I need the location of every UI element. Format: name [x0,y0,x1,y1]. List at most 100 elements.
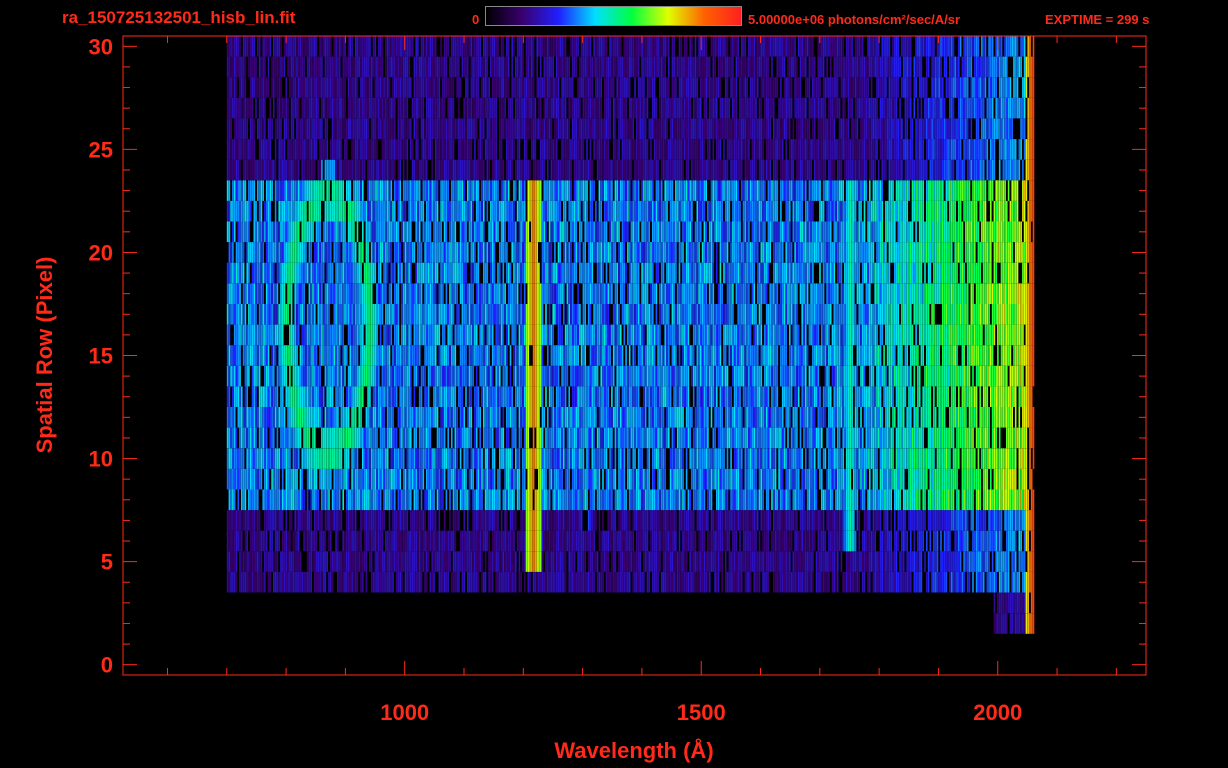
heatmap-cell [246,386,248,407]
heatmap-cell [869,530,871,552]
heatmap-cell [867,407,869,428]
heatmap-cell [970,407,973,428]
heatmap-cell [789,510,791,531]
heatmap-cell [372,427,375,449]
heatmap-cell [465,551,467,572]
heatmap-cell [767,468,770,490]
heatmap-cell [454,345,457,366]
heatmap-cell [306,386,309,407]
heatmap-cell [874,345,876,366]
heatmap-cell [269,407,272,428]
heatmap-cell [561,510,563,531]
heatmap-cell [774,551,777,572]
heatmap-cell [484,489,487,511]
heatmap-cell [863,489,866,511]
heatmap-cell [776,510,779,531]
heatmap-cell [936,365,939,387]
heatmap-cell [314,448,316,469]
heatmap-cell [749,345,752,366]
heatmap-cell [347,571,350,593]
heatmap-cell [1006,386,1008,407]
heatmap-cell [733,386,736,407]
heatmap-cell [780,407,782,428]
heatmap-cell [1016,365,1019,387]
heatmap-cell [1027,551,1029,572]
heatmap-cell [449,468,451,490]
heatmap-cell [710,489,713,511]
heatmap-cell [885,427,887,449]
heatmap-cell [803,510,805,531]
heatmap-cell [459,386,462,407]
heatmap-cell [488,489,490,511]
heatmap-cell [659,407,661,428]
heatmap-cell [1011,530,1013,552]
heatmap-cell [785,448,787,469]
heatmap-cell [867,427,869,449]
heatmap-cell [639,468,642,490]
heatmap-cell [632,407,634,428]
heatmap-cell [767,448,770,469]
heatmap-cell [543,324,546,346]
heatmap-cell [876,427,878,449]
heatmap-cell [902,530,905,552]
heatmap-cell [379,427,382,449]
heatmap-cell [532,407,535,428]
heatmap-cell [853,551,855,572]
heatmap-cell [531,324,533,346]
heatmap-cell [881,427,884,449]
heatmap-cell [385,345,387,366]
heatmap-cell [972,407,974,428]
heatmap-cell [790,365,793,387]
heatmap-cell [276,571,279,593]
heatmap-cell [490,407,492,428]
heatmap-cell [598,448,601,469]
heatmap-cell [536,510,538,531]
heatmap-cell [644,510,647,531]
heatmap-cell [347,489,350,511]
heatmap-cell [787,365,789,387]
heatmap-cell [378,407,380,428]
heatmap-cell [602,427,604,449]
heatmap-cell [344,468,346,490]
heatmap-cell [609,448,611,469]
heatmap-cell [312,489,314,511]
heatmap-cell [260,551,263,572]
heatmap-cell [443,386,446,407]
heatmap-cell [605,530,608,552]
heatmap-cell [488,365,490,387]
heatmap-cell [290,407,293,428]
heatmap-cell [1013,510,1015,531]
heatmap-cell [559,551,562,572]
heatmap-cell [536,407,538,428]
heatmap-cell [532,427,535,449]
heatmap-cell [657,571,659,593]
heatmap-cell [993,365,996,387]
heatmap-cell [607,468,610,490]
heatmap-cell [803,407,805,428]
heatmap-cell [790,571,793,593]
heatmap-cell [963,427,965,449]
heatmap-cell [669,489,672,511]
heatmap-cell [372,386,375,407]
heatmap-cell [741,571,743,593]
heatmap-cell [643,551,645,572]
heatmap-cell [463,448,465,469]
heatmap-cell [237,407,240,428]
heatmap-cell [433,468,435,490]
heatmap-cell [918,530,921,552]
heatmap-cell [698,468,700,490]
heatmap-cell [365,407,368,428]
heatmap-cell [847,427,850,449]
heatmap-cell [753,448,755,469]
heatmap-cell [993,571,996,593]
heatmap-cell [506,365,508,387]
heatmap-cell [794,489,796,511]
heatmap-cell [1029,386,1031,407]
heatmap-cell [621,468,624,490]
heatmap-cell [296,468,298,490]
heatmap-cell [587,365,590,387]
heatmap-cell [552,345,554,366]
heatmap-cell [550,571,553,593]
heatmap-cell [840,551,843,572]
heatmap-cell [458,386,460,407]
